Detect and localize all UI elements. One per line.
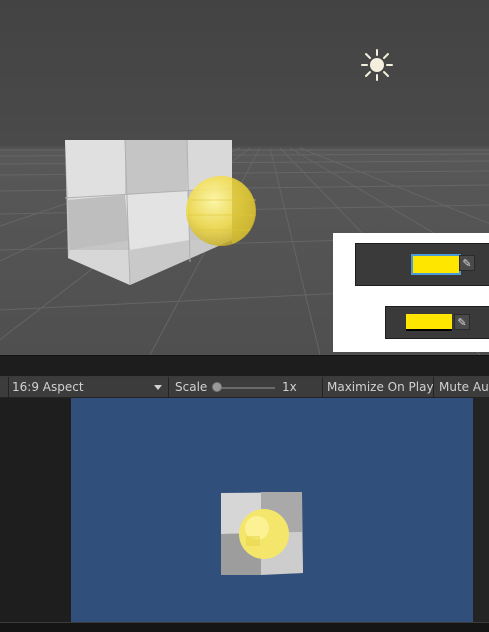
sphere-object[interactable] <box>186 176 256 246</box>
scene-view[interactable]: ✎ ✎ <box>0 0 489 355</box>
color-swatch[interactable] <box>411 254 461 275</box>
sun-light-icon[interactable] <box>361 49 393 81</box>
toolbar-divider <box>433 377 434 398</box>
scale-slider-track[interactable] <box>215 387 275 389</box>
game-view-toolbar: 16:9 Aspect Scale 1x Maximize On Play Mu… <box>0 377 489 398</box>
game-view-bottom-bar <box>0 622 489 632</box>
game-scene <box>221 492 303 575</box>
scale-value: 1x <box>282 380 297 394</box>
alpha-bar <box>406 329 452 331</box>
eyedropper-icon[interactable]: ✎ <box>459 255 475 271</box>
toolbar-divider <box>168 377 169 398</box>
scale-slider-thumb[interactable] <box>212 382 222 392</box>
game-render-area[interactable] <box>71 398 473 622</box>
color-field-small: ✎ <box>385 306 489 339</box>
game-view <box>0 398 489 632</box>
mute-audio-button[interactable]: Mute Audio <box>439 380 489 394</box>
toolbar-divider <box>8 377 9 398</box>
color-field-large: ✎ <box>355 243 489 286</box>
sphere-object <box>239 509 289 559</box>
aspect-dropdown-label[interactable]: 16:9 Aspect <box>12 380 84 394</box>
panel-separator <box>0 355 489 377</box>
color-field-inset: ✎ ✎ <box>333 233 489 352</box>
eyedropper-icon[interactable]: ✎ <box>454 314 470 330</box>
game-view-side-margin <box>473 398 489 622</box>
scale-label: Scale <box>175 380 208 394</box>
maximize-on-play-button[interactable]: Maximize On Play <box>327 380 434 394</box>
toolbar-divider <box>322 377 323 398</box>
color-swatch[interactable] <box>406 314 452 329</box>
dropdown-arrow-icon[interactable] <box>154 385 162 390</box>
